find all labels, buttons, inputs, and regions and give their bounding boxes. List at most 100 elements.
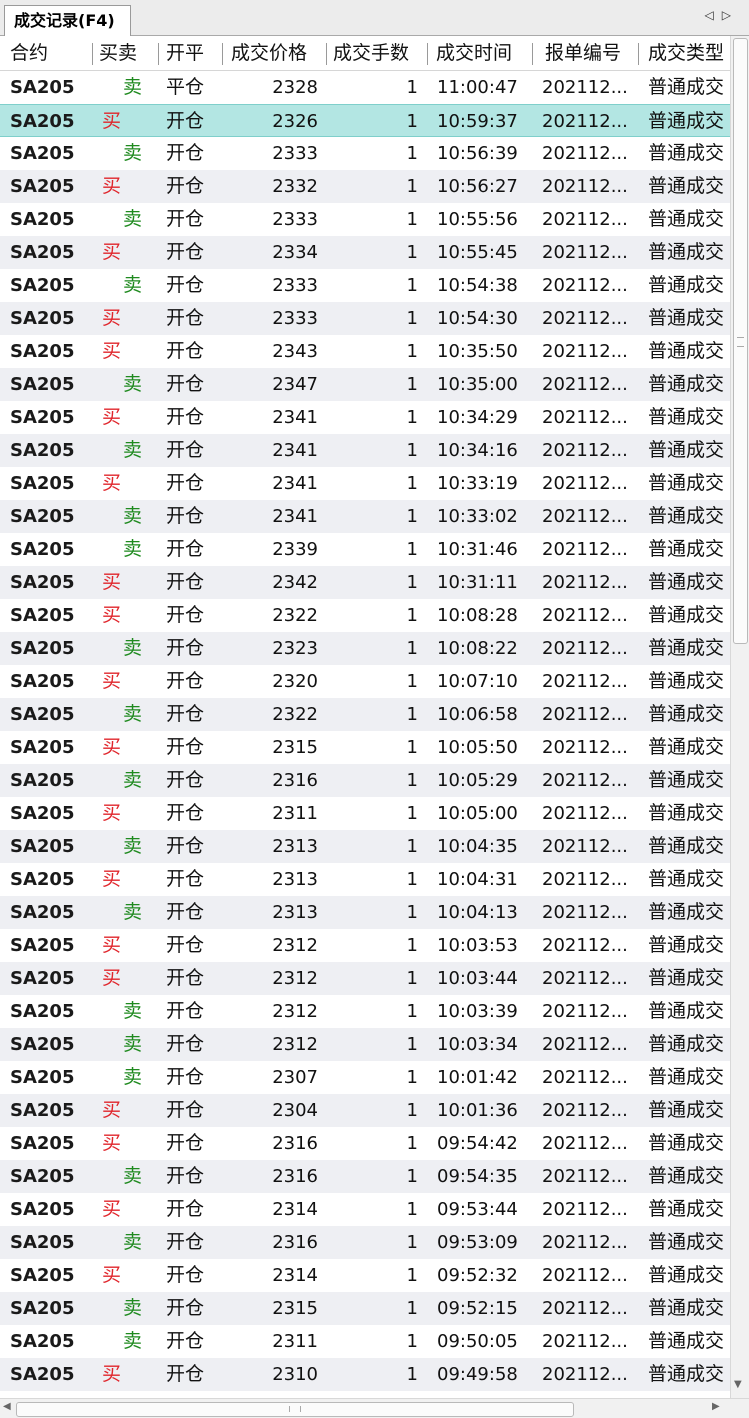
- cell-quantity: 1: [406, 935, 418, 956]
- column-divider[interactable]: [638, 43, 639, 65]
- table-row[interactable]: SA205 买 开仓 2322 1 10:08:28 202112... 普通成交: [0, 599, 730, 632]
- tab-prev-arrow-icon[interactable]: ◁: [705, 8, 722, 22]
- table-row[interactable]: SA205 卖 开仓 2333 1 10:54:38 202112... 普通成交: [0, 269, 730, 302]
- cell-quantity: 1: [406, 869, 418, 890]
- table-row[interactable]: SA205 卖 开仓 2339 1 10:31:46 202112... 普通成交: [0, 533, 730, 566]
- table-row[interactable]: SA205 买 开仓 2312 1 10:03:44 202112... 普通成交: [0, 962, 730, 995]
- cell-open-close: 开仓: [166, 241, 205, 263]
- cell-time: 10:55:56: [437, 209, 518, 230]
- table-row[interactable]: SA205 买 开仓 2316 1 09:54:42 202112... 普通成交: [0, 1127, 730, 1160]
- table-row[interactable]: SA205 买 开仓 2312 1 10:03:53 202112... 普通成交: [0, 929, 730, 962]
- table-row[interactable]: SA205 卖 开仓 2341 1 10:34:16 202112... 普通成交: [0, 434, 730, 467]
- table-row[interactable]: SA205 买 开仓 2332 1 10:56:27 202112... 普通成交: [0, 170, 730, 203]
- cell-trade-type: 普通成交: [648, 835, 725, 857]
- cell-quantity: 1: [406, 605, 418, 626]
- table-row[interactable]: SA205 卖 开仓 2347 1 10:35:00 202112... 普通成交: [0, 368, 730, 401]
- cell-price: 2316: [272, 770, 318, 791]
- column-header-quantity[interactable]: 成交手数: [333, 36, 423, 70]
- table-row[interactable]: SA205 买 开仓 2314 1 09:52:32 202112... 普通成交: [0, 1259, 730, 1292]
- tab-strip: 成交记录(F4) ◁▷: [0, 0, 749, 36]
- table-row[interactable]: SA205 卖 开仓 2313 1 10:04:13 202112... 普通成交: [0, 896, 730, 929]
- cell-instrument: SA205: [10, 572, 75, 593]
- cell-time: 10:03:34: [437, 1034, 518, 1055]
- table-row[interactable]: SA205 卖 开仓 2312 1 10:03:34 202112... 普通成交: [0, 1028, 730, 1061]
- horizontal-scroll-thumb[interactable]: [16, 1402, 574, 1417]
- table-row[interactable]: SA205 卖 开仓 2322 1 10:06:58 202112... 普通成交: [0, 698, 730, 731]
- table-row[interactable]: SA205 买 开仓 2333 1 10:54:30 202112... 普通成交: [0, 302, 730, 335]
- cell-time: 09:52:32: [437, 1265, 518, 1286]
- table-row[interactable]: SA205 买 开仓 2315 1 10:05:50 202112... 普通成交: [0, 731, 730, 764]
- column-header-open-close[interactable]: 开平: [166, 36, 216, 70]
- table-row[interactable]: SA205 卖 开仓 2313 1 10:04:35 202112... 普通成交: [0, 830, 730, 863]
- column-divider[interactable]: [92, 43, 93, 65]
- cell-open-close: 开仓: [166, 142, 205, 164]
- table-row[interactable]: SA205 卖 开仓 2323 1 10:08:22 202112... 普通成交: [0, 632, 730, 665]
- column-header-instrument[interactable]: 合约: [10, 36, 90, 70]
- cell-open-close: 开仓: [166, 1231, 205, 1253]
- table-row[interactable]: SA205 卖 开仓 2311 1 09:50:05 202112... 普通成交: [0, 1325, 730, 1358]
- table-row[interactable]: SA205 卖 开仓 2316 1 09:54:35 202112... 普通成交: [0, 1160, 730, 1193]
- table-row[interactable]: SA205 卖 开仓 2316 1 09:53:09 202112... 普通成交: [0, 1226, 730, 1259]
- column-header-price[interactable]: 成交价格: [231, 36, 325, 70]
- cell-quantity: 1: [406, 704, 418, 725]
- cell-open-close: 平仓: [166, 76, 205, 98]
- cell-direction: 卖: [122, 1231, 142, 1253]
- cell-open-close: 开仓: [166, 472, 205, 494]
- cell-direction: 卖: [122, 703, 142, 725]
- cell-direction: 卖: [122, 901, 142, 923]
- table-row[interactable]: SA205 卖 平仓 2328 1 11:00:47 202112... 普通成交: [0, 71, 730, 104]
- scroll-right-arrow-icon[interactable]: ▶: [712, 1401, 720, 1412]
- table-row[interactable]: SA205 买 开仓 2343 1 10:35:50 202112... 普通成交: [0, 335, 730, 368]
- cell-price: 2341: [272, 473, 318, 494]
- column-header-trade-type[interactable]: 成交类型: [648, 36, 730, 70]
- tab-trade-records[interactable]: 成交记录(F4): [4, 5, 131, 36]
- table-row[interactable]: SA205 卖 开仓 2316 1 10:05:29 202112... 普通成交: [0, 764, 730, 797]
- column-divider[interactable]: [427, 43, 428, 65]
- cell-open-close: 开仓: [166, 538, 205, 560]
- column-header-order-no[interactable]: 报单编号: [545, 36, 635, 70]
- cell-order-no: 202112...: [542, 869, 628, 890]
- table-row[interactable]: SA205 买 开仓 2341 1 10:34:29 202112... 普通成交: [0, 401, 730, 434]
- cell-instrument: SA205: [10, 1298, 75, 1319]
- cell-price: 2312: [272, 935, 318, 956]
- column-divider[interactable]: [222, 43, 223, 65]
- table-row[interactable]: SA205 买 开仓 2311 1 10:05:00 202112... 普通成交: [0, 797, 730, 830]
- cell-trade-type: 普通成交: [648, 604, 725, 626]
- column-divider[interactable]: [532, 43, 533, 65]
- cell-time: 09:54:42: [437, 1133, 518, 1154]
- table-row[interactable]: SA205 卖 开仓 2312 1 10:03:39 202112... 普通成交: [0, 995, 730, 1028]
- scroll-down-arrow-icon[interactable]: ▼: [734, 1378, 742, 1392]
- column-header-direction[interactable]: 买卖: [99, 36, 157, 70]
- table-row[interactable]: SA205 买 开仓 2304 1 10:01:36 202112... 普通成交: [0, 1094, 730, 1127]
- cell-direction: 卖: [122, 1330, 142, 1352]
- scroll-left-arrow-icon[interactable]: ◀: [3, 1401, 11, 1412]
- cell-instrument: SA205: [10, 1100, 75, 1121]
- table-row[interactable]: SA205 买 开仓 2313 1 10:04:31 202112... 普通成交: [0, 863, 730, 896]
- table-row[interactable]: SA205 卖 开仓 2341 1 10:33:02 202112... 普通成交: [0, 500, 730, 533]
- table-row[interactable]: SA205 卖 开仓 2333 1 10:55:56 202112... 普通成交: [0, 203, 730, 236]
- table-row[interactable]: SA205 买 开仓 2341 1 10:33:19 202112... 普通成交: [0, 467, 730, 500]
- table-row[interactable]: SA205 买 开仓 2342 1 10:31:11 202112... 普通成交: [0, 566, 730, 599]
- table-row[interactable]: SA205 卖 开仓 2315 1 09:52:15 202112... 普通成交: [0, 1292, 730, 1325]
- table-row[interactable]: SA205 买 开仓 2334 1 10:55:45 202112... 普通成交: [0, 236, 730, 269]
- column-divider[interactable]: [158, 43, 159, 65]
- cell-trade-type: 普通成交: [648, 241, 725, 263]
- column-divider[interactable]: [326, 43, 327, 65]
- table-row[interactable]: SA205 卖 开仓 2307 1 10:01:42 202112... 普通成交: [0, 1061, 730, 1094]
- cell-direction: 卖: [122, 142, 142, 164]
- table-row[interactable]: SA205 买 开仓 2310 1 09:49:58 202112... 普通成交: [0, 1358, 730, 1391]
- cell-direction: 买: [102, 670, 122, 692]
- column-header-time[interactable]: 成交时间: [436, 36, 528, 70]
- horizontal-scrollbar[interactable]: ◀ ▶: [0, 1398, 749, 1418]
- cell-direction: 买: [102, 175, 122, 197]
- cell-price: 2347: [272, 374, 318, 395]
- table-row[interactable]: SA205 买 开仓 2326 1 10:59:37 202112... 普通成交: [0, 104, 730, 137]
- cell-direction: 卖: [122, 505, 142, 527]
- cell-order-no: 202112...: [542, 1133, 628, 1154]
- table-row[interactable]: SA205 卖 开仓 2333 1 10:56:39 202112... 普通成交: [0, 137, 730, 170]
- vertical-scrollbar[interactable]: ▼: [730, 36, 749, 1398]
- tab-next-arrow-icon[interactable]: ▷: [722, 8, 739, 22]
- vertical-scroll-thumb[interactable]: [733, 38, 748, 644]
- table-row[interactable]: SA205 买 开仓 2320 1 10:07:10 202112... 普通成交: [0, 665, 730, 698]
- table-row[interactable]: SA205 买 开仓 2314 1 09:53:44 202112... 普通成交: [0, 1193, 730, 1226]
